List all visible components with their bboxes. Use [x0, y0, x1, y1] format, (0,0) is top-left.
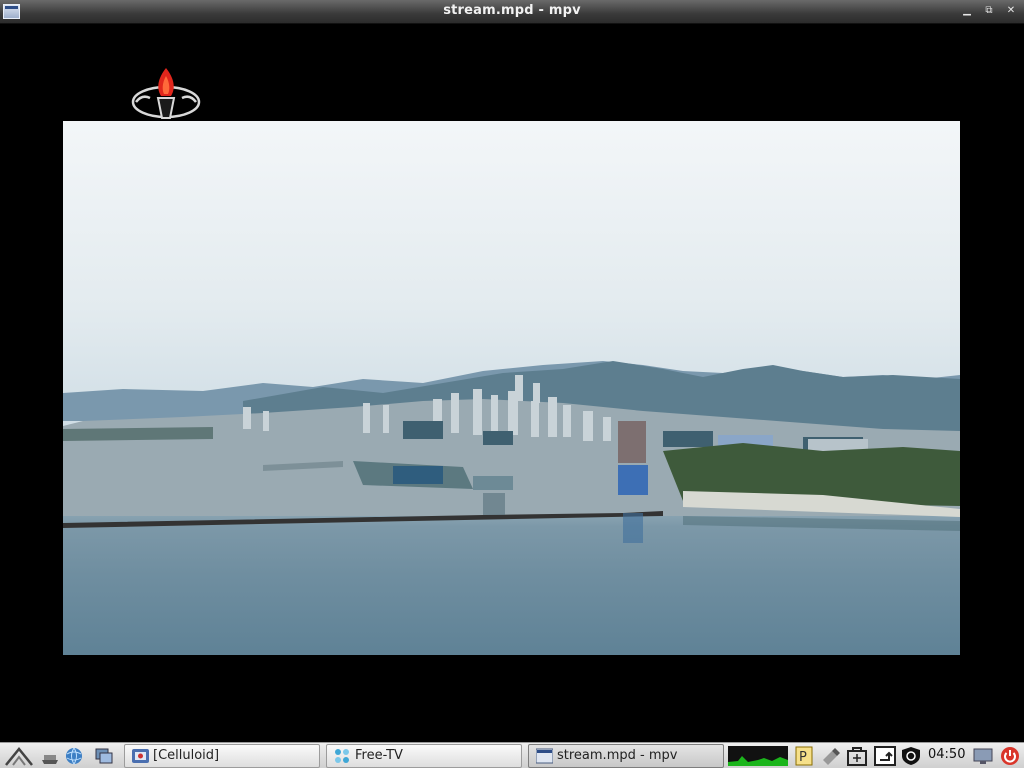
task-label: stream.mpd - mpv [557, 748, 678, 763]
close-icon[interactable]: ✕ [1004, 4, 1018, 18]
window-titlebar[interactable]: stream.mpd - mpv ▁ ⧉ ✕ [0, 0, 1024, 24]
clipboard-tool-icon[interactable] [820, 746, 842, 766]
cpu-monitor-graph-icon[interactable] [728, 746, 788, 766]
start-menu-icon[interactable] [4, 746, 34, 766]
window-switcher-icon[interactable] [94, 746, 114, 766]
mpv-window-icon [536, 748, 553, 764]
task-mpv[interactable]: stream.mpd - mpv [528, 744, 724, 768]
bag-icon[interactable] [846, 746, 868, 766]
task-label: [Celluloid] [153, 748, 220, 763]
screen-rotate-icon[interactable] [874, 746, 896, 766]
video-area[interactable] [0, 24, 1024, 742]
shield-icon[interactable] [900, 746, 922, 766]
maximize-icon[interactable]: ⧉ [982, 4, 996, 18]
show-desktop-icon[interactable] [40, 746, 60, 766]
free-tv-icon [335, 749, 349, 763]
minimize-icon[interactable]: ▁ [960, 4, 974, 18]
task-label: Free-TV [355, 748, 403, 763]
volume-icon[interactable] [972, 746, 994, 766]
window-title: stream.mpd - mpv [443, 3, 581, 18]
task-free-tv[interactable]: Free-TV [326, 744, 522, 768]
torch-emblem-logo [131, 68, 201, 119]
taskbar: [Celluloid] Free-TV stream.mpd - mpv P 0… [0, 742, 1024, 768]
celluloid-icon [132, 749, 149, 763]
browser-globe-icon[interactable] [64, 746, 84, 766]
city-coastline-scene [63, 361, 960, 543]
clock[interactable]: 04:50 [928, 747, 965, 762]
video-frame[interactable] [63, 121, 960, 655]
p-indicator-icon[interactable]: P [795, 746, 813, 766]
power-icon[interactable] [1000, 746, 1020, 766]
task-celluloid[interactable]: [Celluloid] [124, 744, 320, 768]
svg-text:P: P [799, 750, 807, 765]
